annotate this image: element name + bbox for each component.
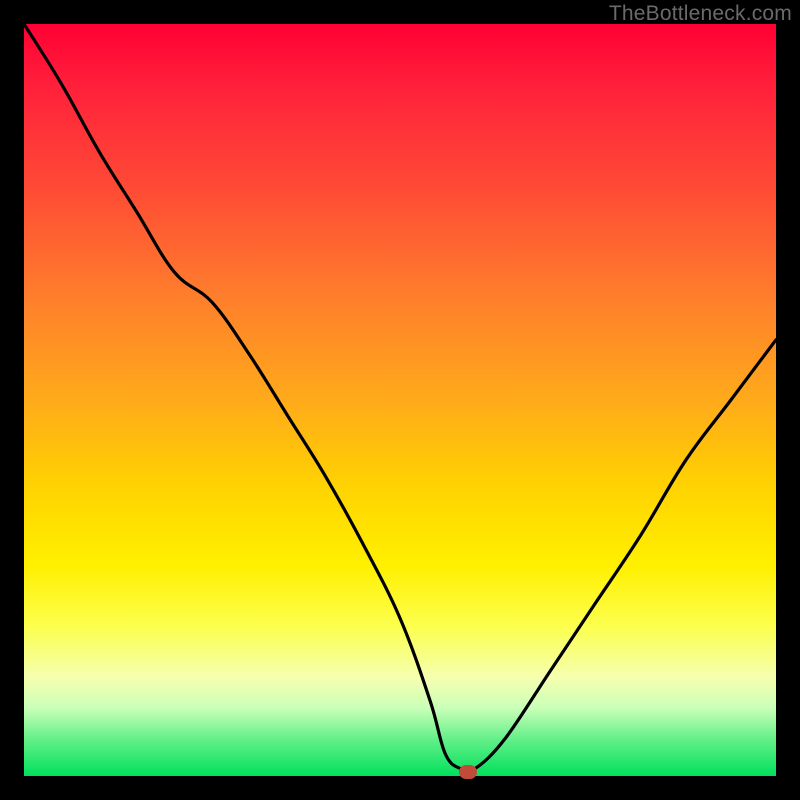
bottleneck-curve	[24, 24, 776, 772]
chart-frame: TheBottleneck.com	[0, 0, 800, 800]
attribution-text: TheBottleneck.com	[609, 2, 792, 26]
optimal-point-marker	[459, 765, 477, 779]
plot-area	[24, 24, 776, 776]
curve-layer	[24, 24, 776, 776]
